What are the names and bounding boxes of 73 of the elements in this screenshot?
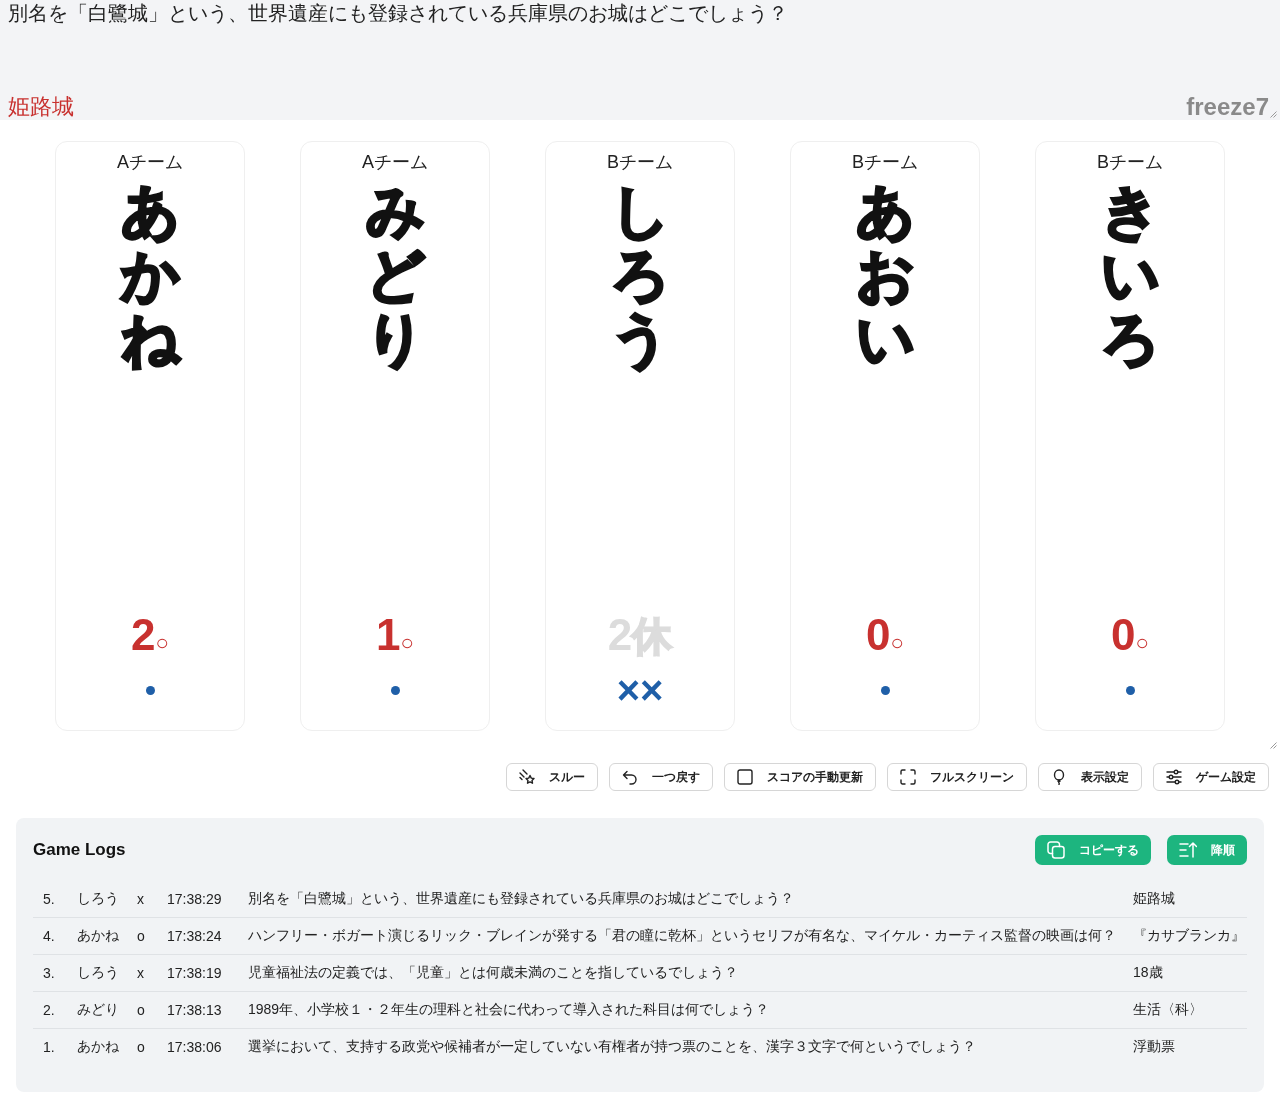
status-dot-icon — [390, 685, 400, 695]
score-value: 0 — [1111, 610, 1136, 660]
log-time: 17:38:29 — [167, 890, 223, 907]
log-number: 5. — [43, 890, 56, 907]
log-time: 17:38:19 — [167, 965, 223, 981]
toolbar-button[interactable]: ゲーム設定 — [1153, 763, 1269, 791]
log-player: みどり — [77, 1001, 120, 1019]
score-value: 0 — [866, 610, 891, 660]
player-name: あおい — [856, 179, 914, 371]
sliders-icon — [1166, 769, 1182, 785]
status-dot-icon — [880, 685, 890, 695]
toolbar-button[interactable]: 一つ戻す — [609, 763, 713, 791]
status-dot-icon — [1125, 685, 1135, 695]
team-label: Aチーム — [117, 151, 183, 173]
fullscreen-icon — [900, 769, 916, 785]
status-dot-icon — [145, 685, 155, 695]
log-answer: 『カサブランカ』 — [1133, 927, 1246, 945]
log-number: 2. — [43, 1002, 56, 1018]
resize-grip-icon[interactable] — [1270, 742, 1277, 749]
player-name: みどり — [366, 179, 424, 371]
log-result: x — [137, 890, 145, 907]
log-player: しろう — [77, 889, 120, 908]
copy-icon — [1047, 841, 1065, 859]
log-question: ハンフリー・ボガート演じるリック・ブレインが発する「君の瞳に乾杯」というセリフが有名な、マイケル・カーティス監督の映画は何？ — [248, 927, 1117, 945]
room-name: freeze7 — [1186, 94, 1269, 120]
point-mark: ○ — [400, 629, 414, 657]
miss-marks: ×× — [616, 670, 664, 710]
undo-icon — [622, 769, 638, 785]
resize-grip-icon[interactable] — [1270, 111, 1277, 118]
log-player: あかね — [77, 927, 120, 945]
toolbar-button[interactable]: 表示設定 — [1038, 763, 1142, 791]
point-mark: ○ — [890, 629, 904, 657]
log-result: o — [137, 928, 146, 944]
log-question: 選挙において、支持する政党や候補者が一定していない有権者が持つ票のことを、漢字３文字で何というでしょう？ — [248, 1038, 977, 1056]
log-result: o — [137, 1039, 146, 1055]
balloon-icon — [1051, 769, 1067, 785]
log-question: 別名を「白鷺城」という、世界遺産にも登録されている兵庫県のお城はどこでしょう？ — [248, 889, 795, 908]
score-value: 2 — [131, 610, 156, 660]
team-label: Bチーム — [1097, 151, 1163, 173]
log-question: 児童福祉法の定義では、「児童」とは何歳未満のことを指しているでしょう？ — [248, 964, 739, 982]
team-label: Aチーム — [362, 151, 428, 173]
logs-title: Game Logs — [33, 840, 126, 860]
log-answer: 姫路城 — [1133, 889, 1176, 908]
toolbar-button[interactable]: フルスクリーン — [887, 763, 1027, 791]
log-player: あかね — [77, 1038, 120, 1056]
log-answer: 生活〈科〉 — [1133, 1001, 1204, 1019]
player-name: あかね — [121, 179, 179, 371]
log-time: 17:38:06 — [167, 1039, 223, 1055]
score-value: 1 — [376, 610, 401, 660]
question-text: 別名を「白鷺城」という、世界遺産にも登録されている兵庫県のお城はどこでしょう？ — [8, 1, 789, 26]
player-name: きいろ — [1101, 179, 1159, 371]
log-question: 1989年、小学校１・２年生の理科と社会に代わって導入された科目は何でしょう？ — [248, 1001, 771, 1019]
log-time: 17:38:13 — [167, 1002, 223, 1018]
answer-text: 姫路城 — [8, 94, 74, 120]
log-time: 17:38:24 — [167, 928, 223, 944]
toolbar-button[interactable]: スコアの手動更新 — [724, 763, 876, 791]
log-number: 4. — [43, 928, 56, 944]
team-label: Bチーム — [607, 151, 673, 173]
point-mark: ○ — [1135, 629, 1149, 657]
point-mark: ○ — [155, 629, 169, 657]
toolbar-button[interactable]: スルー — [506, 763, 598, 791]
log-number: 3. — [43, 965, 56, 981]
log-result: x — [137, 965, 145, 981]
log-answer: 18歳 — [1133, 964, 1164, 982]
checkbox-icon — [737, 769, 753, 785]
log-answer: 浮動票 — [1133, 1038, 1176, 1056]
log-number: 1. — [43, 1039, 56, 1055]
log-player: しろう — [77, 964, 120, 982]
log-result: o — [137, 1002, 146, 1018]
player-name: しろう — [611, 179, 669, 371]
sort-icon — [1179, 841, 1197, 859]
sparkle-icon — [519, 769, 535, 785]
team-label: Bチーム — [852, 151, 918, 173]
